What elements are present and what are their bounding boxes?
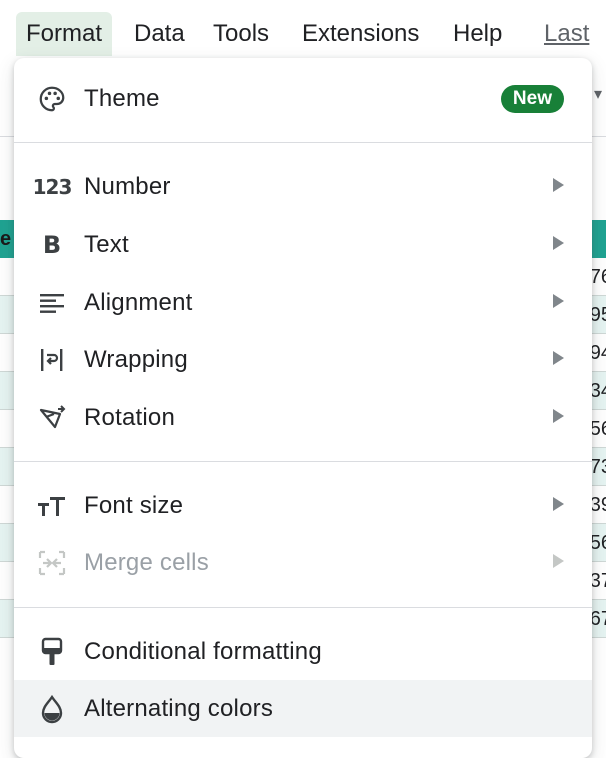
submenu-arrow-icon [553, 497, 564, 511]
cell-value: 56 [589, 418, 606, 440]
menu-divider [14, 461, 592, 462]
paint-roller-icon [36, 637, 68, 667]
text-rotation-icon [36, 403, 68, 433]
cell-value: 76 [589, 266, 606, 288]
wrap-text-icon [36, 345, 68, 375]
submenu-arrow-icon [553, 351, 564, 365]
chevron-down-icon[interactable]: ▾ [594, 84, 602, 104]
cell-value: 56 [589, 532, 606, 554]
cell-value: 73 [589, 456, 606, 478]
submenu-arrow-icon [553, 554, 564, 568]
cell-value: 67 [589, 608, 606, 630]
cell-value: 94 [589, 342, 606, 364]
menu-item-wrapping[interactable]: Wrapping [14, 331, 592, 388]
submenu-arrow-icon [553, 409, 564, 423]
menu-item-alignment[interactable]: Alignment [14, 274, 592, 331]
menu-item-label: Alignment [84, 289, 193, 316]
menu-divider [14, 142, 592, 143]
menu-item-merge-cells: Merge cells [14, 534, 592, 591]
menu-item-number[interactable]: 123 Number [14, 158, 592, 215]
menu-item-label: Wrapping [84, 346, 188, 373]
merge-cells-icon [36, 548, 68, 578]
menu-item-text[interactable]: B Text [14, 216, 592, 273]
menu-item-label: Number [84, 173, 171, 200]
menu-tools[interactable]: Tools [203, 12, 279, 56]
font-size-icon [36, 491, 68, 521]
last-edit-link[interactable]: Last e [534, 12, 606, 91]
menu-item-label: Text [84, 231, 129, 258]
header-cell-text: e [0, 228, 12, 250]
menu-item-font-size[interactable]: Font size [14, 477, 592, 534]
submenu-arrow-icon [553, 178, 564, 192]
menu-item-theme[interactable]: Theme New [14, 70, 592, 127]
menu-item-label: Conditional formatting [84, 638, 322, 665]
menu-item-label: Merge cells [84, 549, 209, 576]
menu-format[interactable]: Format [16, 12, 113, 56]
palette-icon [36, 84, 68, 114]
menu-item-rotation[interactable]: Rotation [14, 389, 592, 446]
menu-extensions[interactable]: Extensions [292, 12, 429, 56]
cell-value: 37 [589, 570, 606, 592]
format-menu: Theme New 123 Number B Text Alignment Wr… [14, 58, 592, 758]
menu-data[interactable]: Data [124, 12, 195, 56]
submenu-arrow-icon [553, 236, 564, 250]
menu-help[interactable]: Help [443, 12, 512, 56]
cell-value: 39 [589, 494, 606, 516]
menu-item-label: Alternating colors [84, 695, 274, 722]
menu-item-alternating-colors[interactable]: Alternating colors [14, 680, 592, 737]
color-drop-icon [36, 694, 68, 724]
menu-item-conditional-formatting[interactable]: Conditional formatting [14, 623, 592, 680]
menu-item-label: Font size [84, 492, 184, 519]
menu-bar: Format Data Tools Extensions Help Last e [0, 0, 606, 91]
menu-divider [14, 607, 592, 608]
cell-value: 95 [589, 304, 606, 326]
align-left-icon [36, 288, 68, 318]
bold-icon: B [42, 231, 62, 259]
cell-value: 34 [589, 380, 606, 402]
submenu-arrow-icon [553, 294, 564, 308]
menu-item-label: Rotation [84, 404, 175, 431]
new-badge: New [500, 85, 564, 113]
menu-item-label: Theme [84, 85, 160, 112]
123-icon: 123 [32, 175, 73, 199]
